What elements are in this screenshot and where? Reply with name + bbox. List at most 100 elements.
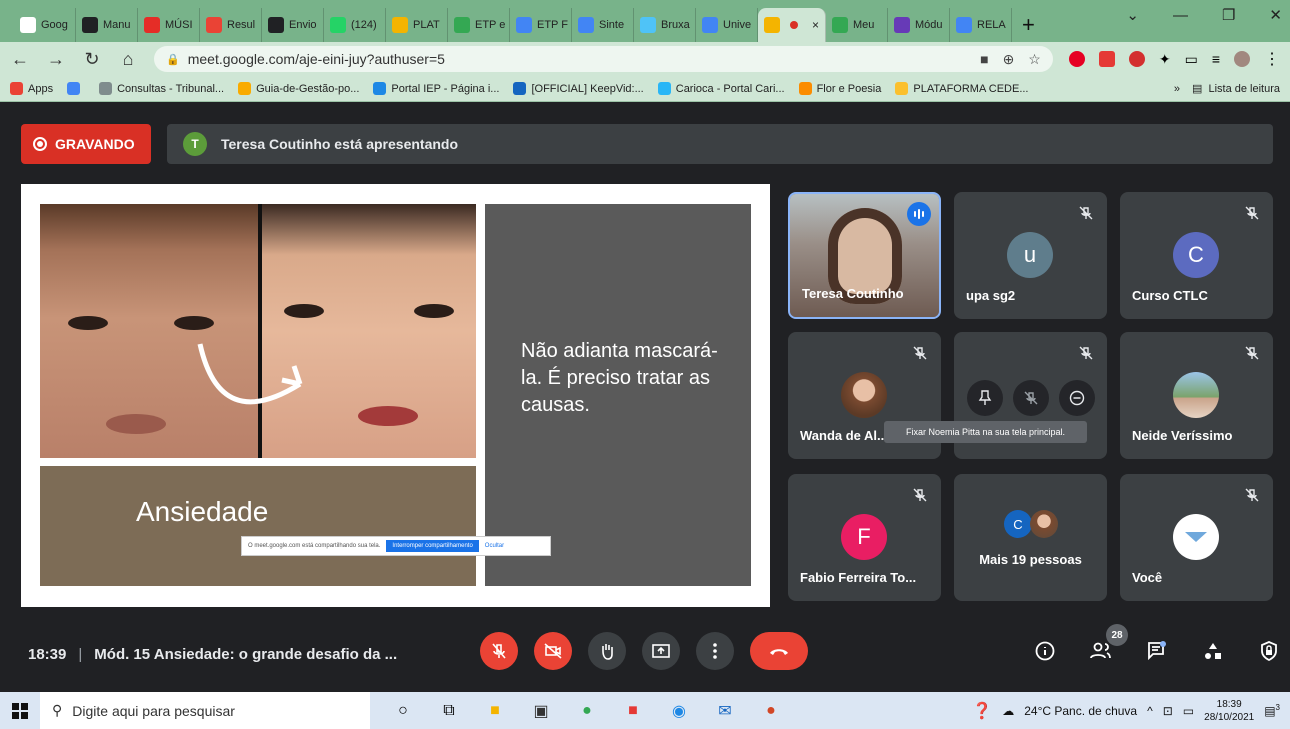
reload-icon[interactable]: ↻	[82, 49, 102, 70]
recording-badge[interactable]: GRAVANDO	[21, 124, 151, 164]
powerpoint-icon[interactable]: ●	[758, 698, 784, 724]
browser-tab[interactable]: MÚSI	[138, 8, 200, 42]
chrome-icon[interactable]: ●	[574, 698, 600, 724]
browser-tab[interactable]: RELA	[950, 8, 1012, 42]
bookmark-item[interactable]: [OFFICIAL] KeepVid:...	[513, 82, 644, 95]
stop-sharing-button[interactable]: Interromper compartilhamento	[386, 540, 479, 552]
new-tab-button[interactable]: +	[1022, 8, 1035, 42]
network-icon[interactable]: ⊡	[1163, 704, 1173, 718]
zoom-icon[interactable]: ⊕	[1003, 51, 1015, 68]
volume-icon[interactable]: ▭	[1183, 704, 1194, 718]
more-participants-tile[interactable]: C Mais 19 pessoas	[954, 474, 1107, 601]
browser-tab[interactable]: Envio	[262, 8, 324, 42]
edge-icon[interactable]: ◉	[666, 698, 692, 724]
restore-icon[interactable]: ❐	[1222, 6, 1235, 24]
meeting-details-button[interactable]	[1030, 636, 1060, 666]
participant-tile[interactable]: Teresa Coutinho	[788, 192, 941, 319]
pin-button[interactable]	[967, 380, 1003, 416]
minimize-icon[interactable]: —	[1173, 7, 1188, 24]
close-icon[interactable]: ✕	[1269, 6, 1282, 24]
chevron-up-icon[interactable]: ^	[1147, 704, 1153, 718]
pocket-icon[interactable]	[1098, 51, 1115, 67]
bookmark-item[interactable]: Apps	[10, 82, 53, 95]
mic-toggle-button[interactable]	[480, 632, 518, 670]
tab-label: (124)	[351, 19, 377, 31]
browser-tab[interactable]: ETP F	[510, 8, 572, 42]
store-icon[interactable]: ▣	[528, 698, 554, 724]
more-options-button[interactable]	[696, 632, 734, 670]
adblock-icon[interactable]	[1128, 51, 1145, 67]
bookmark-item[interactable]: Portal IEP - Página i...	[373, 82, 499, 95]
start-button[interactable]	[0, 702, 40, 719]
pinterest-icon[interactable]	[1068, 51, 1085, 67]
weather-text[interactable]: 24°C Panc. de chuva	[1024, 704, 1137, 718]
forward-icon[interactable]: →	[46, 49, 66, 70]
address-bar[interactable]: 🔒 meet.google.com/aje-eini-juy?authuser=…	[154, 46, 1053, 72]
taskbar-search[interactable]: ⚲ Digite aqui para pesquisar	[40, 692, 370, 729]
url-text: meet.google.com/aje-eini-juy?authuser=5	[187, 51, 445, 67]
remove-participant-button[interactable]	[1059, 380, 1095, 416]
mail-icon[interactable]: ✉	[712, 698, 738, 724]
participant-tile[interactable]: F Fabio Ferreira To...	[788, 474, 941, 601]
browser-tab[interactable]: PLAT	[386, 8, 448, 42]
screen-recorder-icon[interactable]: ■	[620, 698, 646, 724]
notification-count: 3	[1275, 703, 1280, 712]
back-icon[interactable]: ←	[10, 49, 30, 70]
browser-tab[interactable]: (124)	[324, 8, 386, 42]
reading-list-button[interactable]: ▤ Lista de leitura	[1192, 82, 1280, 96]
browser-tab[interactable]: Goog	[14, 8, 76, 42]
bookmark-item[interactable]: Carioca - Portal Cari...	[657, 82, 785, 95]
mute-participant-button[interactable]	[1013, 380, 1049, 416]
tab-favicon-icon	[206, 17, 222, 33]
browser-tab[interactable]: Manu	[76, 8, 138, 42]
people-button[interactable]: 28	[1086, 624, 1128, 666]
cast-icon[interactable]: ▭	[1185, 51, 1198, 68]
more-bookmarks-button[interactable]: »	[1174, 83, 1180, 95]
participant-tile[interactable]: Você	[1120, 474, 1273, 601]
puzzle-icon[interactable]: ✦	[1159, 51, 1171, 68]
bookmark-label: Flor e Poesia	[816, 82, 882, 95]
tab-favicon-icon	[956, 17, 972, 33]
menu-icon[interactable]: ⋮	[1264, 49, 1280, 69]
browser-tab[interactable]: Unive	[696, 8, 758, 42]
bookmark-item[interactable]: PLATAFORMA CEDE...	[895, 82, 1029, 95]
participant-tile[interactable]: u upa sg2	[954, 192, 1107, 319]
bookmark-item[interactable]: Flor e Poesia	[798, 82, 882, 95]
cortana-icon[interactable]: ○	[390, 698, 416, 724]
bookmark-item[interactable]: Guia-de-Gestão-po...	[238, 82, 359, 95]
participant-name: Wanda de Al...	[800, 428, 888, 443]
raise-hand-button[interactable]	[588, 632, 626, 670]
tab-label: Resul	[227, 19, 256, 31]
chat-button[interactable]	[1142, 636, 1172, 666]
bookmark-star-icon[interactable]: ☆	[1028, 51, 1041, 68]
help-icon[interactable]: ❓	[972, 701, 992, 721]
host-controls-button[interactable]	[1254, 636, 1284, 666]
presentation-slide: Ansiedade Não adianta mascará-la. É prec…	[21, 184, 770, 607]
notifications-icon[interactable]: ▤3	[1264, 703, 1280, 718]
browser-tab[interactable]: Resul	[200, 8, 262, 42]
browser-tab[interactable]: Bruxa	[634, 8, 696, 42]
leave-call-button[interactable]	[750, 632, 808, 670]
hide-button[interactable]: Ocultar	[485, 543, 504, 549]
bookmark-item[interactable]	[67, 82, 85, 95]
profile-avatar[interactable]	[1234, 51, 1250, 67]
camera-icon[interactable]: ■	[980, 51, 988, 68]
browser-tab[interactable]: Módu	[888, 8, 950, 42]
task-view-icon[interactable]: ⧉	[436, 698, 462, 724]
browser-tab[interactable]: ETP e	[448, 8, 510, 42]
activities-button[interactable]	[1198, 636, 1228, 666]
taskbar-clock[interactable]: 18:39 28/10/2021	[1204, 698, 1254, 724]
bookmark-item[interactable]: Consultas - Tribunal...	[99, 82, 224, 95]
participant-tile[interactable]: Neide Veríssimo	[1120, 332, 1273, 459]
camera-toggle-button[interactable]	[534, 632, 572, 670]
browser-tab[interactable]: Meu	[826, 8, 888, 42]
tab-close-icon[interactable]: ×	[812, 18, 819, 32]
tab-search-icon[interactable]: ⌄	[1126, 6, 1139, 24]
home-icon[interactable]: ⌂	[118, 49, 138, 70]
file-explorer-icon[interactable]: ■	[482, 698, 508, 724]
browser-tab[interactable]: Sinte	[572, 8, 634, 42]
browser-tab[interactable]: ×	[758, 8, 826, 42]
media-icon[interactable]: ≡	[1212, 51, 1220, 67]
present-button[interactable]	[642, 632, 680, 670]
participant-tile[interactable]: C Curso CTLC	[1120, 192, 1273, 319]
